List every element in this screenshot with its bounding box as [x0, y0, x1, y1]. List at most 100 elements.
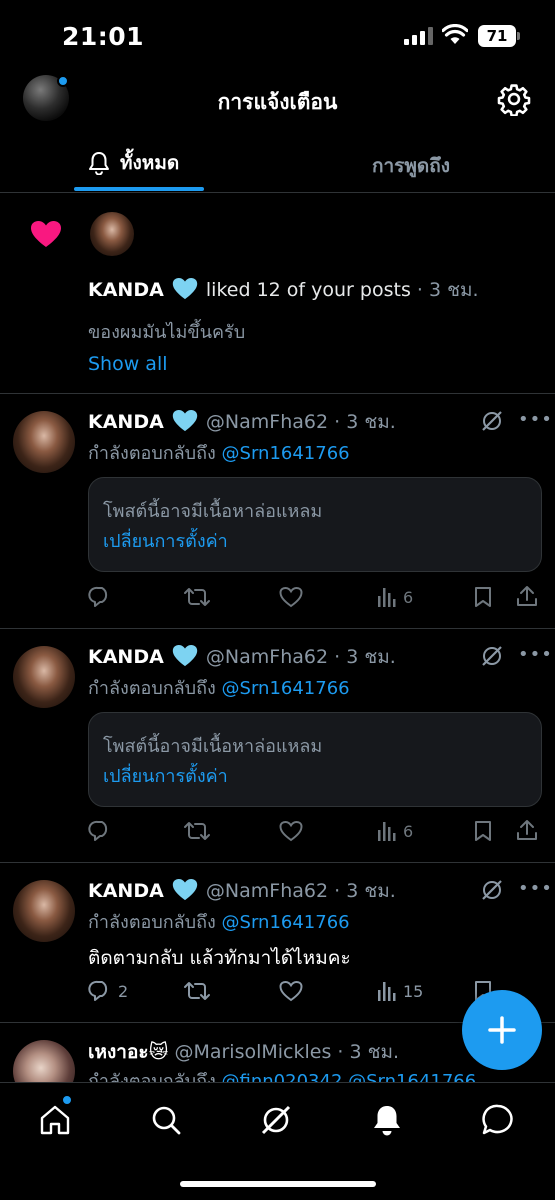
- compose-button[interactable]: [462, 990, 542, 1070]
- views-icon: [378, 588, 396, 607]
- reply-mention[interactable]: @Srn1641766: [222, 678, 350, 699]
- messages-icon[interactable]: [481, 1103, 515, 1137]
- grok-icon[interactable]: [481, 645, 503, 667]
- reply-icon: [88, 980, 108, 1001]
- grok-icon[interactable]: [481, 879, 503, 901]
- gear-icon[interactable]: [497, 82, 531, 116]
- author-name[interactable]: KANDA: [88, 880, 164, 902]
- status-time: 21:01: [62, 22, 145, 51]
- sensitive-content-warning[interactable]: โพสต์นี้อาจมีเนื้อหาล่อแหลม เปลี่ยนการตั…: [88, 477, 542, 572]
- like-time: · 3 ชม.: [416, 279, 479, 301]
- verified-heart-icon: [172, 277, 198, 300]
- tab-all[interactable]: ทั้งหมด: [88, 148, 179, 178]
- home-icon[interactable]: [38, 1103, 72, 1137]
- repost-icon: [184, 982, 210, 1000]
- grok-icon[interactable]: [259, 1103, 293, 1137]
- post-author-avatar[interactable]: [13, 880, 75, 942]
- search-icon[interactable]: [149, 1103, 183, 1137]
- share-icon[interactable]: [516, 584, 538, 608]
- repost-icon: [184, 822, 210, 840]
- reply-prefix: กำลังตอบกลับถึง: [88, 443, 216, 464]
- verified-heart-icon: [172, 878, 198, 901]
- share-icon[interactable]: [516, 818, 538, 842]
- sensitive-content-warning[interactable]: โพสต์นี้อาจมีเนื้อหาล่อแหลม เปลี่ยนการตั…: [88, 712, 542, 807]
- post-header: เหงาอะ😿 @MarisolMickles · 3 ชม.: [88, 1037, 399, 1067]
- like-button[interactable]: [279, 586, 303, 608]
- post-author-avatar[interactable]: [13, 411, 75, 473]
- view-count: 6: [403, 587, 414, 607]
- more-icon[interactable]: •••: [518, 644, 553, 665]
- reply-mention[interactable]: @Srn1641766: [222, 443, 350, 464]
- reply-prefix: กำลังตอบกลับถึง: [88, 912, 216, 933]
- bell-icon: [89, 152, 109, 175]
- tab-mentions[interactable]: การพูดถึง: [372, 151, 450, 181]
- repost-button[interactable]: [183, 820, 211, 842]
- more-icon[interactable]: •••: [518, 409, 553, 430]
- divider: [0, 628, 555, 629]
- replying-to: กำลังตอบกลับถึง @Srn1641766: [88, 438, 350, 467]
- home-notification-dot: [62, 1095, 72, 1105]
- home-indicator: [180, 1181, 376, 1187]
- like-button[interactable]: [279, 820, 303, 842]
- repost-button[interactable]: [183, 980, 211, 1002]
- like-summary: KANDA liked 12 of your posts · 3 ชม.: [88, 275, 479, 305]
- post-header: KANDA @NamFha62 · 3 ชม.: [88, 642, 396, 672]
- post-text: ติดตามกลับ แล้วทักมาได้ไหมคะ: [88, 947, 351, 969]
- wifi-icon: [442, 24, 468, 44]
- tabs-divider: [0, 192, 555, 193]
- page-title: การแจ้งเตือน: [217, 90, 338, 114]
- reply-button[interactable]: 2: [88, 980, 128, 1002]
- warning-text: โพสต์นี้อาจมีเนื้อหาล่อแหลม: [103, 501, 323, 522]
- more-icon[interactable]: •••: [518, 878, 553, 899]
- like-button[interactable]: [279, 980, 303, 1002]
- repost-button[interactable]: [183, 586, 211, 608]
- verified-heart-icon: [172, 409, 198, 432]
- reply-mention[interactable]: @Srn1641766: [222, 912, 350, 933]
- heart-outline-icon: [279, 587, 303, 608]
- post-time: · 3 ชม.: [334, 646, 396, 668]
- active-tab-indicator: [74, 187, 204, 191]
- tab-all-label: ทั้งหมด: [120, 152, 180, 174]
- heart-outline-icon: [279, 821, 303, 842]
- replying-to: กำลังตอบกลับถึง @Srn1641766: [88, 907, 350, 936]
- post-time: · 3 ชม.: [337, 1041, 400, 1063]
- reply-button[interactable]: [88, 820, 118, 842]
- reply-button[interactable]: [88, 586, 118, 608]
- verified-heart-icon: [172, 644, 198, 667]
- warning-text: โพสต์นี้อาจมีเนื้อหาล่อแหลม: [103, 736, 323, 757]
- author-name[interactable]: KANDA: [88, 646, 164, 668]
- author-name[interactable]: KANDA: [88, 411, 164, 433]
- views-button[interactable]: 6: [377, 820, 413, 842]
- post-author-avatar[interactable]: [13, 646, 75, 708]
- post-header: KANDA @NamFha62 · 3 ชม.: [88, 876, 396, 906]
- view-count: 15: [403, 981, 424, 1001]
- view-count: 6: [403, 821, 414, 841]
- post-time: · 3 ชม.: [334, 411, 396, 433]
- bell-icon[interactable]: [370, 1103, 404, 1137]
- plus-icon: [488, 1016, 516, 1044]
- like-action: liked 12 of your posts: [205, 279, 411, 301]
- views-button[interactable]: 6: [377, 586, 413, 608]
- author-name[interactable]: เหงาอะ😿: [88, 1041, 168, 1063]
- bookmark-icon[interactable]: [473, 820, 493, 842]
- signal-icon: [404, 27, 433, 45]
- change-settings-link[interactable]: เปลี่ยนการตั้งค่า: [103, 761, 228, 790]
- bookmark-icon[interactable]: [473, 586, 493, 608]
- liker-name[interactable]: KANDA: [88, 279, 164, 301]
- replying-to: กำลังตอบกลับถึง @Srn1641766: [88, 673, 350, 702]
- views-icon: [378, 822, 396, 841]
- author-handle: @MarisolMickles: [174, 1041, 332, 1063]
- status-bar: 21:01 71: [0, 0, 555, 70]
- show-all-link[interactable]: Show all: [88, 353, 168, 375]
- divider: [0, 393, 555, 394]
- reply-icon: [88, 586, 108, 607]
- views-button[interactable]: 15: [377, 980, 423, 1002]
- liked-post-snippet: ของผมมันไม่ขึ้นครับ: [88, 322, 246, 343]
- change-settings-link[interactable]: เปลี่ยนการตั้งค่า: [103, 526, 228, 555]
- author-handle: @NamFha62: [205, 880, 329, 902]
- grok-icon[interactable]: [481, 410, 503, 432]
- battery-indicator: 71: [478, 25, 516, 47]
- heart-icon: [31, 221, 61, 247]
- bottom-navigation: [0, 1082, 555, 1200]
- liker-avatar[interactable]: [90, 212, 134, 256]
